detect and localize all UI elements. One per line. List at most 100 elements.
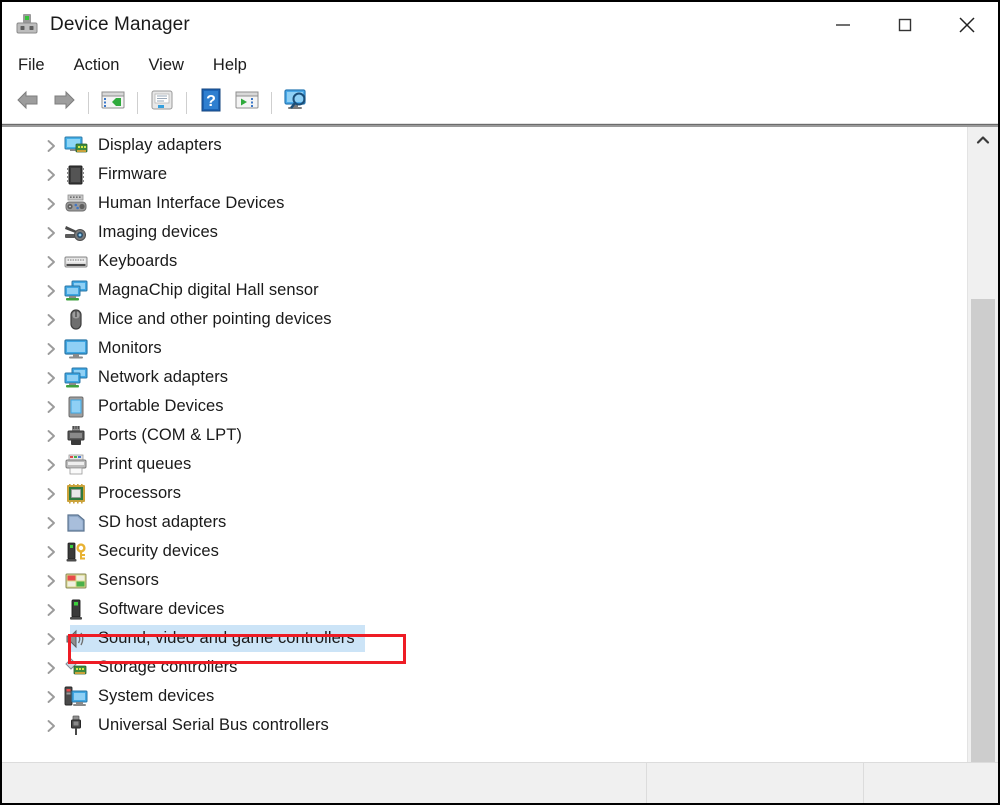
serial-port-icon [64, 425, 88, 447]
chevron-right-icon[interactable] [38, 429, 64, 443]
chevron-right-icon[interactable] [38, 545, 64, 559]
chevron-right-icon[interactable] [38, 226, 64, 240]
tree-item[interactable]: Imaging devices [2, 218, 967, 247]
tree-item[interactable]: Keyboards [2, 247, 967, 276]
software-device-icon [64, 599, 88, 621]
tree-item[interactable]: Processors [2, 479, 967, 508]
tree-item-label: Security devices [98, 542, 219, 560]
update-driver-button[interactable] [230, 87, 264, 119]
console-tree-icon [100, 89, 126, 116]
chevron-right-icon[interactable] [38, 632, 64, 646]
chevron-right-icon[interactable] [38, 487, 64, 501]
device-manager-window: Device Manager File Action View Help ? D… [0, 0, 1000, 805]
menu-action[interactable]: Action [74, 54, 133, 77]
tree-item[interactable]: Security devices [2, 537, 967, 566]
tree-item[interactable]: Storage controllers [2, 653, 967, 682]
usb-icon [64, 715, 88, 737]
close-button[interactable] [936, 2, 998, 48]
chevron-right-icon[interactable] [38, 139, 64, 153]
tree-item-label: Storage controllers [98, 658, 238, 676]
svg-text:?: ? [206, 93, 216, 110]
back-button[interactable] [11, 87, 45, 119]
title-bar: Device Manager [2, 2, 998, 48]
tree-item-label: Monitors [98, 339, 162, 357]
menu-help[interactable]: Help [213, 54, 260, 77]
chevron-right-icon[interactable] [38, 516, 64, 530]
tree-item[interactable]: System devices [2, 682, 967, 711]
scroll-up-button[interactable] [968, 127, 998, 153]
forward-button[interactable] [47, 87, 81, 119]
tree-item[interactable]: Firmware [2, 160, 967, 189]
tree-item[interactable]: Sound, video and game controllers [2, 624, 967, 653]
toolbar-separator [186, 91, 187, 114]
toolbar-separator [137, 91, 138, 114]
network-monitors-icon [64, 280, 88, 302]
chevron-right-icon[interactable] [38, 284, 64, 298]
tree-item[interactable]: Print queues [2, 450, 967, 479]
monitor-icon [64, 338, 88, 360]
chevron-right-icon[interactable] [38, 168, 64, 182]
tree-item[interactable]: Mice and other pointing devices [2, 305, 967, 334]
chevron-right-icon[interactable] [38, 197, 64, 211]
tree-item-label: Software devices [98, 600, 225, 618]
chevron-right-icon[interactable] [38, 255, 64, 269]
sd-card-icon [64, 512, 88, 534]
tree-item[interactable]: Software devices [2, 595, 967, 624]
chevron-right-icon[interactable] [38, 690, 64, 704]
chevron-right-icon[interactable] [38, 342, 64, 356]
maximize-button[interactable] [874, 2, 936, 48]
chevron-right-icon[interactable] [38, 719, 64, 733]
device-manager-icon [14, 12, 40, 38]
tree-item[interactable]: Human Interface Devices [2, 189, 967, 218]
gamepad-hid-icon [64, 193, 88, 215]
chevron-right-icon[interactable] [38, 661, 64, 675]
vertical-scrollbar[interactable] [967, 127, 998, 779]
show-hide-console-tree-button[interactable] [96, 87, 130, 119]
scanner-camera-icon [64, 222, 88, 244]
status-pane-tertiary [864, 763, 998, 803]
chevron-right-icon[interactable] [38, 313, 64, 327]
tree-item-label: Keyboards [98, 252, 178, 270]
display-adapter-icon [64, 135, 88, 157]
tree-item[interactable]: Display adapters [2, 131, 967, 160]
status-pane-main [2, 763, 647, 803]
properties-button[interactable] [145, 87, 179, 119]
tree-item-label: Ports (COM & LPT) [98, 426, 242, 444]
scan-hardware-changes-button[interactable] [279, 87, 313, 119]
toolbar-separator [271, 91, 272, 114]
status-pane-secondary [647, 763, 864, 803]
tree-item-label: System devices [98, 687, 215, 705]
tree-item[interactable]: Portable Devices [2, 392, 967, 421]
firmware-chip-icon [64, 164, 88, 186]
menu-view[interactable]: View [148, 54, 196, 77]
chevron-right-icon[interactable] [38, 574, 64, 588]
chevron-right-icon[interactable] [38, 603, 64, 617]
tree-item[interactable]: Network adapters [2, 363, 967, 392]
tree-item[interactable]: Monitors [2, 334, 967, 363]
sensors-grid-icon [64, 570, 88, 592]
system-devices-icon [64, 686, 88, 708]
tree-item-label: Processors [98, 484, 182, 502]
menu-file[interactable]: File [18, 54, 58, 77]
tree-item[interactable]: Universal Serial Bus controllers [2, 711, 967, 740]
tree-item-label: Portable Devices [98, 397, 224, 415]
tree-item[interactable]: SD host adapters [2, 508, 967, 537]
chevron-right-icon[interactable] [38, 458, 64, 472]
chevron-right-icon[interactable] [38, 400, 64, 414]
window-title: Device Manager [50, 14, 190, 35]
scrollbar-track[interactable] [968, 153, 998, 779]
speaker-icon [64, 628, 88, 650]
tree-item[interactable]: Ports (COM & LPT) [2, 421, 967, 450]
tree-item-label: Imaging devices [98, 223, 218, 241]
minimize-button[interactable] [812, 2, 874, 48]
scrollbar-thumb[interactable] [971, 299, 995, 779]
tree-item-label: Sound, video and game controllers [98, 629, 355, 647]
scan-hardware-icon [282, 88, 310, 117]
tree-item[interactable]: Sensors [2, 566, 967, 595]
security-key-icon [64, 541, 88, 563]
tree-item[interactable]: MagnaChip digital Hall sensor [2, 276, 967, 305]
help-button[interactable]: ? [194, 87, 228, 119]
chevron-right-icon[interactable] [38, 371, 64, 385]
tree-item-label: Mice and other pointing devices [98, 310, 332, 328]
device-tree[interactable]: Display adapters Firmware Human Interface … [2, 127, 967, 764]
